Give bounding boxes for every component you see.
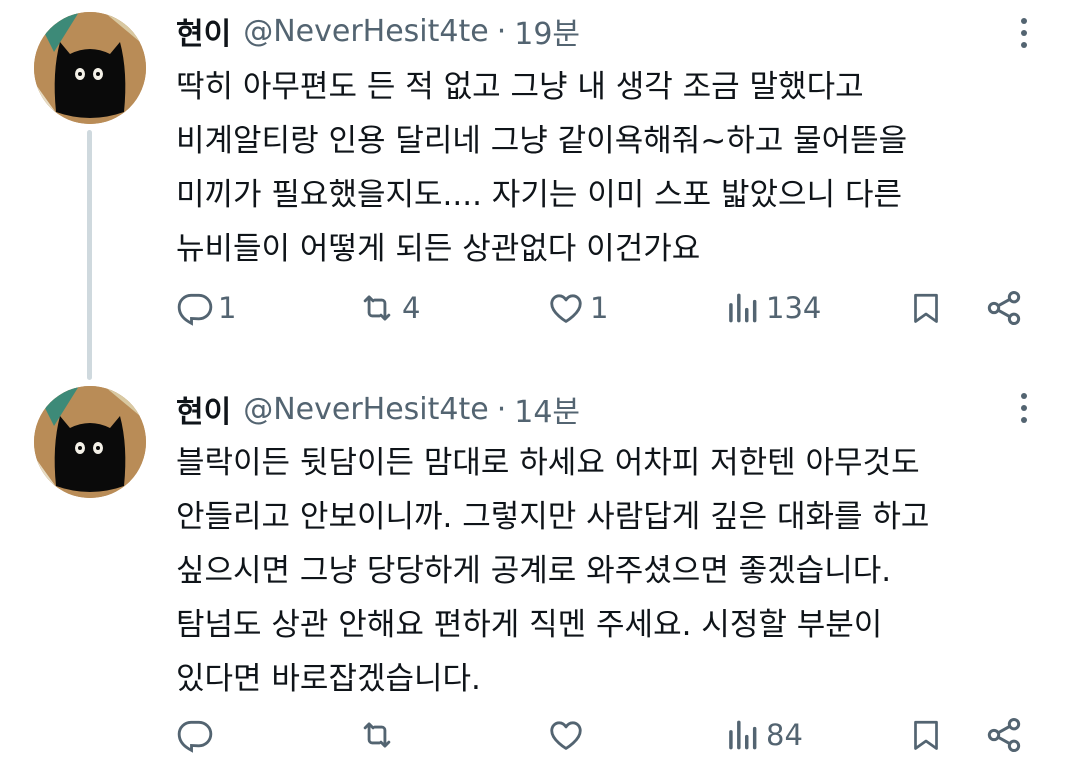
retweet-count: 4 (402, 291, 421, 325)
retweet-button[interactable]: 4 (356, 283, 420, 333)
like-button[interactable]: 1 (546, 283, 608, 333)
action-bar: 84 (0, 710, 1080, 760)
views-button[interactable]: 84 (722, 710, 803, 760)
author-handle[interactable]: @NeverHesit4te (243, 392, 489, 427)
tweet[interactable]: 현이 @NeverHesit4te · 14분 블락이든 뒷담이든 맘대로 하세… (0, 380, 1080, 783)
tweet-text-line: 비계알티랑 인용 달리네 그냥 같이욕해줘~하고 물어뜯을 (176, 123, 908, 159)
timestamp[interactable]: 19분 (514, 9, 580, 53)
reply-button[interactable] (176, 710, 218, 760)
bookmark-button[interactable] (908, 710, 944, 760)
views-icon (729, 720, 757, 750)
share-button[interactable] (984, 283, 1024, 333)
retweet-icon (363, 722, 391, 748)
views-icon (729, 293, 757, 323)
separator: · (496, 13, 507, 49)
like-count: 1 (590, 291, 609, 325)
author-name[interactable]: 현이 (176, 9, 231, 53)
tweet-text-line: 블락이든 뒷담이든 맘대로 하세요 어차피 저한텐 아무것도 (176, 445, 920, 481)
timestamp[interactable]: 14분 (514, 387, 580, 431)
tweet-text-line: 싶으시면 그냥 당당하게 공계로 와주셨으면 좋겠습니다. (176, 553, 892, 589)
reply-icon (177, 293, 213, 326)
tweet-header: 현이 @NeverHesit4te · 14분 (176, 387, 580, 431)
separator: · (496, 391, 507, 427)
views-count: 84 (766, 718, 803, 752)
share-button[interactable] (984, 710, 1024, 760)
tweet-text-line: 뉴비들이 어떻게 되든 상관없다 이건가요 (176, 231, 701, 267)
heart-icon (550, 721, 582, 750)
tweet-text-line: 딱히 아무편도 든 적 없고 그냥 내 생각 조금 말했다고 (176, 69, 864, 105)
share-icon (987, 291, 1021, 325)
reply-button[interactable]: 1 (176, 283, 236, 333)
retweet-icon (363, 295, 391, 321)
tweet-text: 블락이든 뒷담이든 맘대로 하세요 어차피 저한텐 아무것도 안들리고 안보이니… (176, 436, 1036, 706)
tweet-text: 딱히 아무편도 든 적 없고 그냥 내 생각 조금 말했다고 비계알티랑 인용 … (176, 60, 1036, 276)
author-handle[interactable]: @NeverHesit4te (243, 14, 489, 49)
action-bar: 1 4 1 134 (0, 283, 1080, 333)
share-icon (987, 718, 1021, 752)
reply-count: 1 (218, 291, 237, 325)
retweet-button[interactable] (356, 710, 402, 760)
views-button[interactable]: 134 (722, 283, 821, 333)
bookmark-icon (914, 293, 938, 323)
avatar[interactable] (34, 386, 146, 498)
more-icon[interactable] (1012, 388, 1036, 428)
tweet-text-line: 있다면 바로잡겠습니다. (176, 661, 481, 697)
tweet-header: 현이 @NeverHesit4te · 19분 (176, 9, 580, 53)
tweet-text-line: 탐넘도 상관 안해요 편하게 직멘 주세요. 시정할 부분이 (176, 607, 883, 643)
tweet[interactable]: 현이 @NeverHesit4te · 19분 딱히 아무편도 든 적 없고 그… (0, 0, 1080, 372)
avatar-image (34, 12, 146, 124)
avatar[interactable] (34, 12, 146, 124)
bookmark-button[interactable] (908, 283, 944, 333)
heart-icon (550, 294, 582, 323)
avatar-image (34, 386, 146, 498)
reply-icon (177, 720, 213, 753)
tweet-text-line: 미끼가 필요했을지도.... 자기는 이미 스포 밟았으니 다른 (176, 177, 902, 213)
more-icon[interactable] (1012, 13, 1036, 53)
like-button[interactable] (546, 710, 590, 760)
bookmark-icon (914, 720, 938, 750)
tweet-text-line: 안들리고 안보이니까. 그렇지만 사람답게 깊은 대화를 하고 (176, 499, 930, 535)
author-name[interactable]: 현이 (176, 387, 231, 431)
views-count: 134 (766, 291, 822, 325)
